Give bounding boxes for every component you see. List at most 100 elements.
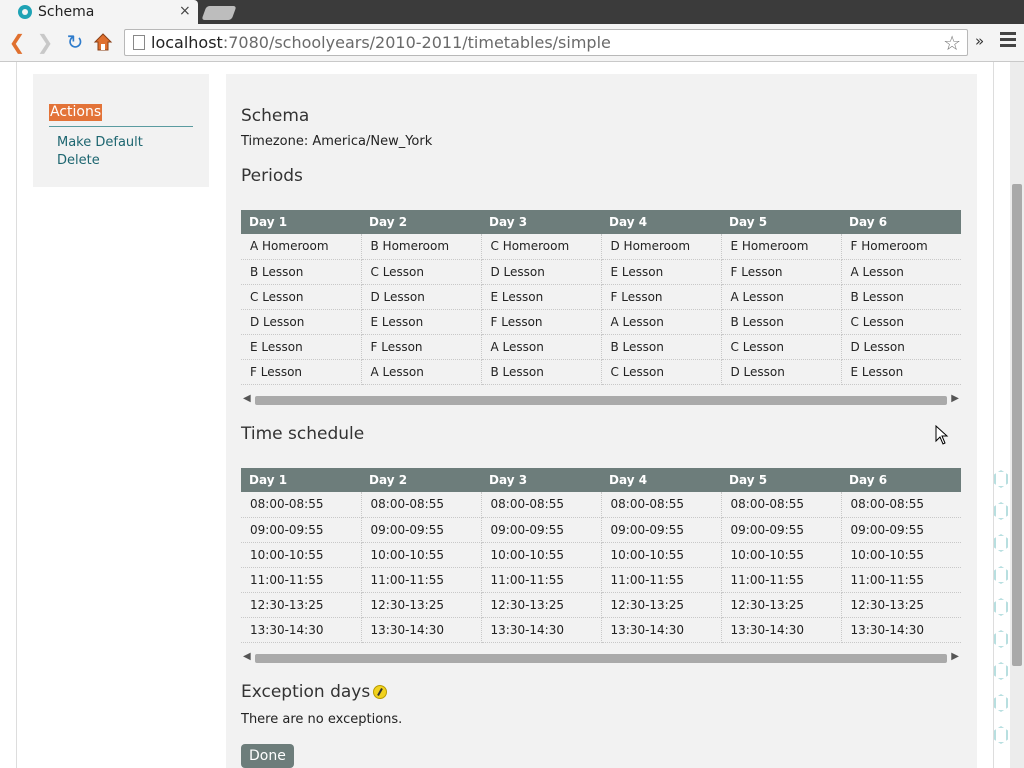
scrollbar-thumb[interactable]	[255, 654, 947, 663]
make-default-link[interactable]: Make Default	[57, 135, 143, 150]
actions-heading: Actions	[49, 104, 103, 121]
time-cell: 13:30-14:30	[241, 617, 362, 643]
scroll-right-icon[interactable]: ▶	[951, 393, 959, 404]
period-cell: C Homeroom	[481, 234, 602, 260]
done-button[interactable]: Done	[241, 744, 294, 768]
mouse-cursor-icon	[935, 425, 949, 445]
url-text: localhost:7080/schoolyears/2010-2011/tim…	[151, 33, 611, 52]
time-row: 13:30-14:30 13:30-14:30 13:30-14:30 13:30-1…	[241, 617, 961, 643]
column-header: Day 2	[361, 468, 481, 492]
time-cell: 11:00-11:55	[241, 567, 362, 593]
time-cell: 11:00-11:55	[721, 567, 842, 593]
column-header: Day 3	[481, 468, 601, 492]
periods-heading: Periods	[241, 166, 303, 186]
timezone-text: Timezone: America/New_York	[241, 134, 433, 149]
reload-icon[interactable]: ↻	[64, 30, 86, 54]
time-schedule-table: Day 1 Day 2 Day 3 Day 4 Day 5 Day 6 08:00-08:5…	[241, 468, 961, 643]
tab-schema[interactable]: Schema ×	[0, 0, 198, 26]
time-cell: 13:30-14:30	[721, 617, 842, 643]
period-cell: C Lesson	[721, 334, 842, 360]
time-schedule-heading: Time schedule	[241, 424, 365, 444]
extensions-chevron-icon[interactable]: »	[975, 32, 984, 50]
time-cell: 10:00-10:55	[601, 542, 722, 568]
scroll-left-icon[interactable]: ◀	[243, 651, 251, 662]
period-row: C Lesson D Lesson E Lesson F Lesson A Lesson…	[241, 284, 961, 310]
column-header: Day 4	[601, 210, 721, 234]
period-cell: A Lesson	[481, 334, 602, 360]
bookmark-star-icon[interactable]: ☆	[943, 31, 961, 55]
column-header: Day 5	[721, 468, 841, 492]
time-cell: 13:30-14:30	[481, 617, 602, 643]
time-cell: 08:00-08:55	[241, 492, 362, 518]
scrollbar-thumb[interactable]	[255, 396, 947, 405]
time-cell: 11:00-11:55	[481, 567, 602, 593]
forward-icon[interactable]: ❯	[34, 30, 56, 54]
period-cell: B Lesson	[481, 359, 602, 385]
divider	[49, 126, 193, 127]
time-cell: 08:00-08:55	[481, 492, 602, 518]
period-row: F Lesson A Lesson B Lesson C Lesson D Lesson…	[241, 359, 961, 385]
scroll-right-icon[interactable]: ▶	[951, 651, 959, 662]
period-cell: E Lesson	[241, 334, 362, 360]
back-icon[interactable]: ❮	[6, 30, 28, 54]
exception-days-heading: Exception days	[241, 682, 388, 702]
period-cell: C Lesson	[601, 359, 722, 385]
time-cell: 11:00-11:55	[841, 567, 961, 593]
period-cell: B Lesson	[721, 309, 842, 335]
time-cell: 10:00-10:55	[481, 542, 602, 568]
period-cell: B Homeroom	[361, 234, 482, 260]
period-cell: E Lesson	[601, 259, 722, 285]
table-header-row: Day 1 Day 2 Day 3 Day 4 Day 5 Day 6	[241, 210, 961, 234]
actions-sidebar: Actions Make Default Delete	[33, 74, 209, 187]
period-cell: F Lesson	[481, 309, 602, 335]
new-tab-button[interactable]	[201, 6, 237, 20]
time-cell: 10:00-10:55	[361, 542, 482, 568]
address-bar[interactable]: localhost:7080/schoolyears/2010-2011/tim…	[124, 29, 968, 56]
table-header-row: Day 1 Day 2 Day 3 Day 4 Day 5 Day 6	[241, 468, 961, 492]
period-cell: D Homeroom	[601, 234, 722, 260]
period-cell: D Lesson	[841, 334, 961, 360]
scrollbar-thumb[interactable]	[1012, 184, 1022, 666]
tab-close-icon[interactable]: ×	[179, 3, 191, 19]
menu-icon[interactable]	[1000, 32, 1016, 50]
time-cell: 10:00-10:55	[241, 542, 362, 568]
column-header: Day 6	[841, 468, 961, 492]
browser-toolbar: ❮ ❯ ↻ localhost:7080/schoolyears/2010-20…	[0, 24, 1024, 62]
column-header: Day 2	[361, 210, 481, 234]
edit-pencil-icon[interactable]	[373, 685, 388, 699]
page-viewport: Actions Make Default Delete Schema Timez…	[0, 62, 1024, 768]
time-table-container: Day 1 Day 2 Day 3 Day 4 Day 5 Day 6 08:00-08:5…	[241, 468, 961, 643]
period-cell: E Lesson	[841, 359, 961, 385]
delete-link[interactable]: Delete	[57, 153, 100, 168]
period-cell: E Homeroom	[721, 234, 842, 260]
exceptions-text: There are no exceptions.	[241, 712, 403, 727]
periods-horizontal-scrollbar[interactable]: ◀ ▶	[241, 393, 961, 407]
period-cell: A Lesson	[721, 284, 842, 310]
main-content: Schema Timezone: America/New_York Period…	[226, 74, 977, 768]
period-cell: D Lesson	[721, 359, 842, 385]
tab-strip: Schema ×	[0, 0, 1024, 26]
time-row: 08:00-08:55 08:00-08:55 08:00-08:55 08:00-0…	[241, 492, 961, 518]
period-row: B Lesson C Lesson D Lesson E Lesson F Lesson…	[241, 259, 961, 285]
tab-title: Schema	[38, 4, 95, 20]
column-header: Day 5	[721, 210, 841, 234]
vertical-scrollbar[interactable]	[1010, 62, 1024, 768]
time-cell: 09:00-09:55	[361, 517, 482, 543]
period-row: E Lesson F Lesson A Lesson B Lesson C Lesson…	[241, 334, 961, 360]
periods-table-container: Day 1 Day 2 Day 3 Day 4 Day 5 Day 6A Homeroom…	[241, 210, 961, 385]
time-horizontal-scrollbar[interactable]: ◀ ▶	[241, 651, 961, 665]
time-cell: 10:00-10:55	[721, 542, 842, 568]
exception-days-label: Exception days	[241, 682, 371, 702]
scroll-left-icon[interactable]: ◀	[243, 393, 251, 404]
column-header: Day 6	[841, 210, 961, 234]
home-icon[interactable]	[92, 31, 114, 53]
time-cell: 09:00-09:55	[481, 517, 602, 543]
time-cell: 13:30-14:30	[361, 617, 482, 643]
period-cell: F Lesson	[361, 334, 482, 360]
period-row: D Lesson E Lesson F Lesson A Lesson B Lesson…	[241, 309, 961, 335]
column-header: Day 4	[601, 468, 721, 492]
time-cell: 10:00-10:55	[841, 542, 961, 568]
time-cell: 08:00-08:55	[601, 492, 722, 518]
period-cell: D Lesson	[361, 284, 482, 310]
period-cell: C Lesson	[841, 309, 961, 335]
